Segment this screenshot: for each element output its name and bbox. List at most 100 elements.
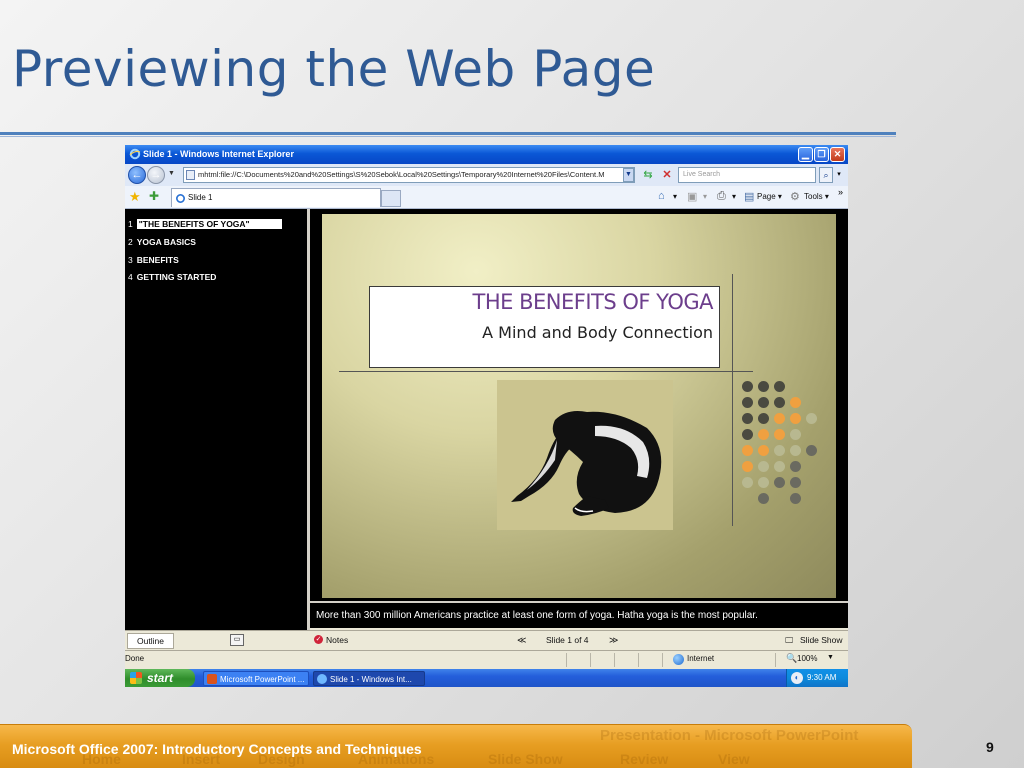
back-arrow-icon: ←	[131, 169, 143, 181]
more-commands-chevron-icon[interactable]: »	[838, 187, 843, 197]
taskbar-item-ie[interactable]: Slide 1 - Windows Int...	[313, 671, 425, 686]
status-text: Done	[125, 654, 145, 663]
yoga-pose-icon	[511, 411, 662, 516]
close-button[interactable]: ✕	[830, 147, 845, 162]
slide-title: Previewing the Web Page	[12, 40, 656, 98]
yoga-figure-image	[497, 380, 673, 530]
security-zone[interactable]: Internet	[687, 654, 714, 663]
address-url: mhtml:file://C:\Documents%20and%20Settin…	[198, 170, 605, 179]
feeds-dropdown-icon[interactable]: ▾	[703, 192, 707, 201]
footer-watermark: Slide Show	[488, 751, 563, 767]
outline-item-3[interactable]: 3 BENEFITS	[128, 255, 179, 265]
window-title: Slide 1 - Windows Internet Explorer	[143, 149, 294, 159]
home-icon[interactable]: ⌂	[658, 190, 665, 202]
tab-label: Slide 1	[188, 193, 213, 202]
status-cell	[590, 653, 591, 667]
new-tab-button[interactable]	[381, 190, 401, 207]
slide-rule-vertical	[732, 274, 733, 526]
tab-slide-1[interactable]: Slide 1	[171, 188, 381, 207]
page-icon	[186, 170, 195, 180]
page-number: 9	[986, 739, 994, 755]
status-cell	[775, 653, 776, 667]
minimize-button[interactable]: ▁	[798, 147, 813, 162]
tab-toolbar: ★ ✚ Slide 1 ⌂ ▾ ▣ ▾ ⎙ ▾ ▤ Page ▾ ⚙ Tools…	[125, 186, 848, 209]
forward-button[interactable]: →	[147, 166, 165, 184]
clock: 9:30 AM	[807, 673, 837, 682]
slideshow-button[interactable]: Slide Show	[800, 635, 843, 645]
zoom-icon: 🔍	[786, 653, 798, 663]
slide-counter: Slide 1 of 4	[546, 635, 589, 645]
viewer-toolbar: Outline ▭ ✓ Notes ≪ Slide 1 of 4 ≫ 🖵 Sli…	[125, 630, 848, 650]
footer-caption: Microsoft Office 2007: Introductory Conc…	[12, 741, 422, 757]
window-titlebar[interactable]: Slide 1 - Windows Internet Explorer ▁ ❐ …	[125, 145, 848, 164]
windows-taskbar: start Microsoft PowerPoint ... Slide 1 -…	[125, 669, 848, 687]
slide-subheading: A Mind and Body Connection	[482, 323, 713, 342]
start-button[interactable]: start	[125, 669, 195, 687]
print-icon[interactable]: ⎙	[717, 190, 726, 203]
zoom-dropdown-icon[interactable]: ▼	[827, 654, 834, 661]
zoom-level[interactable]: 100%	[797, 654, 817, 663]
status-cell	[638, 653, 639, 667]
status-cell	[614, 653, 615, 667]
ie-window: Slide 1 - Windows Internet Explorer ▁ ❐ …	[125, 145, 848, 687]
refresh-button[interactable]: ⇆	[639, 167, 657, 183]
system-tray: ◐ 9:30 AM	[786, 669, 848, 687]
outline-pane: 1 "THE BENEFITS OF YOGA" 2 YOGA BASICS 3 BE…	[125, 209, 307, 630]
print-dropdown-icon[interactable]: ▾	[732, 192, 736, 201]
ie-icon	[317, 674, 327, 684]
add-favorites-icon[interactable]: ✚	[149, 189, 159, 203]
tools-gear-icon: ⚙	[790, 191, 800, 203]
search-options-dropdown[interactable]: ▾	[834, 167, 844, 183]
slide-heading: THE BENEFITS OF YOGA	[472, 290, 714, 314]
search-button[interactable]: ⌕	[819, 167, 833, 183]
forward-arrow-icon: →	[150, 169, 162, 181]
ie-page-icon	[176, 194, 185, 203]
page-menu[interactable]: Page ▾	[757, 192, 782, 201]
back-button[interactable]: ←	[128, 166, 146, 184]
tray-network-icon[interactable]: ◐	[791, 672, 803, 684]
windows-flag-icon	[130, 672, 142, 684]
internet-zone-icon	[673, 654, 684, 665]
slide-title-box: THE BENEFITS OF YOGA A Mind and Body Con…	[369, 286, 720, 368]
slide-canvas[interactable]: THE BENEFITS OF YOGA A Mind and Body Con…	[322, 214, 836, 598]
outline-item-4[interactable]: 4 GETTING STARTED	[128, 272, 216, 282]
ie-logo-icon	[129, 148, 141, 160]
powerpoint-icon	[207, 674, 217, 684]
footer-watermark: Presentation - Microsoft PowerPoint	[600, 727, 859, 744]
notes-toggle[interactable]: Notes	[326, 635, 348, 645]
footer-watermark: Review	[620, 751, 669, 767]
footer-bar: Presentation - Microsoft PowerPoint Home…	[0, 724, 912, 768]
speaker-notes: More than 300 million Americans practice…	[316, 610, 758, 621]
outline-tab[interactable]: Outline	[127, 633, 174, 649]
page-menu-icon: ▤	[744, 191, 755, 203]
search-icon: ⌕	[823, 170, 829, 180]
stop-button[interactable]: ✕	[658, 167, 676, 183]
outline-item-2[interactable]: 2 YOGA BASICS	[128, 237, 196, 247]
outline-item-1[interactable]: 1 "THE BENEFITS OF YOGA"	[128, 219, 282, 229]
rewind-icon[interactable]: ≪	[517, 635, 526, 646]
title-underline	[0, 132, 896, 135]
status-cell	[566, 653, 567, 667]
forward-icon[interactable]: ≫	[609, 635, 618, 646]
feeds-icon[interactable]: ▣	[687, 190, 697, 203]
status-cell	[662, 653, 663, 667]
restore-button[interactable]: ❐	[814, 147, 829, 162]
home-dropdown-icon[interactable]: ▾	[673, 192, 677, 201]
notes-icon: ✓	[314, 635, 323, 644]
decorative-dots	[742, 381, 822, 511]
tools-menu[interactable]: Tools ▾	[804, 192, 829, 201]
search-input[interactable]: Live Search	[678, 167, 816, 183]
slide-rule-horizontal	[339, 371, 753, 372]
slide-pane: THE BENEFITS OF YOGA A Mind and Body Con…	[310, 209, 848, 601]
address-toolbar: ← → ▼ mhtml:file://C:\Documents%20and%20…	[125, 164, 848, 186]
expand-outline-button[interactable]: ▭	[230, 634, 244, 646]
history-dropdown-icon[interactable]: ▼	[168, 170, 175, 177]
title-underline-thin	[0, 136, 896, 137]
favorites-star-icon[interactable]: ★	[129, 189, 141, 205]
slideshow-icon: 🖵	[785, 635, 794, 645]
footer-watermark: View	[718, 751, 750, 767]
taskbar-item-powerpoint[interactable]: Microsoft PowerPoint ...	[203, 671, 309, 686]
address-bar[interactable]: mhtml:file://C:\Documents%20and%20Settin…	[183, 167, 635, 183]
address-dropdown-button[interactable]: ▼	[623, 168, 634, 182]
notes-pane: More than 300 million Americans practice…	[310, 601, 848, 628]
